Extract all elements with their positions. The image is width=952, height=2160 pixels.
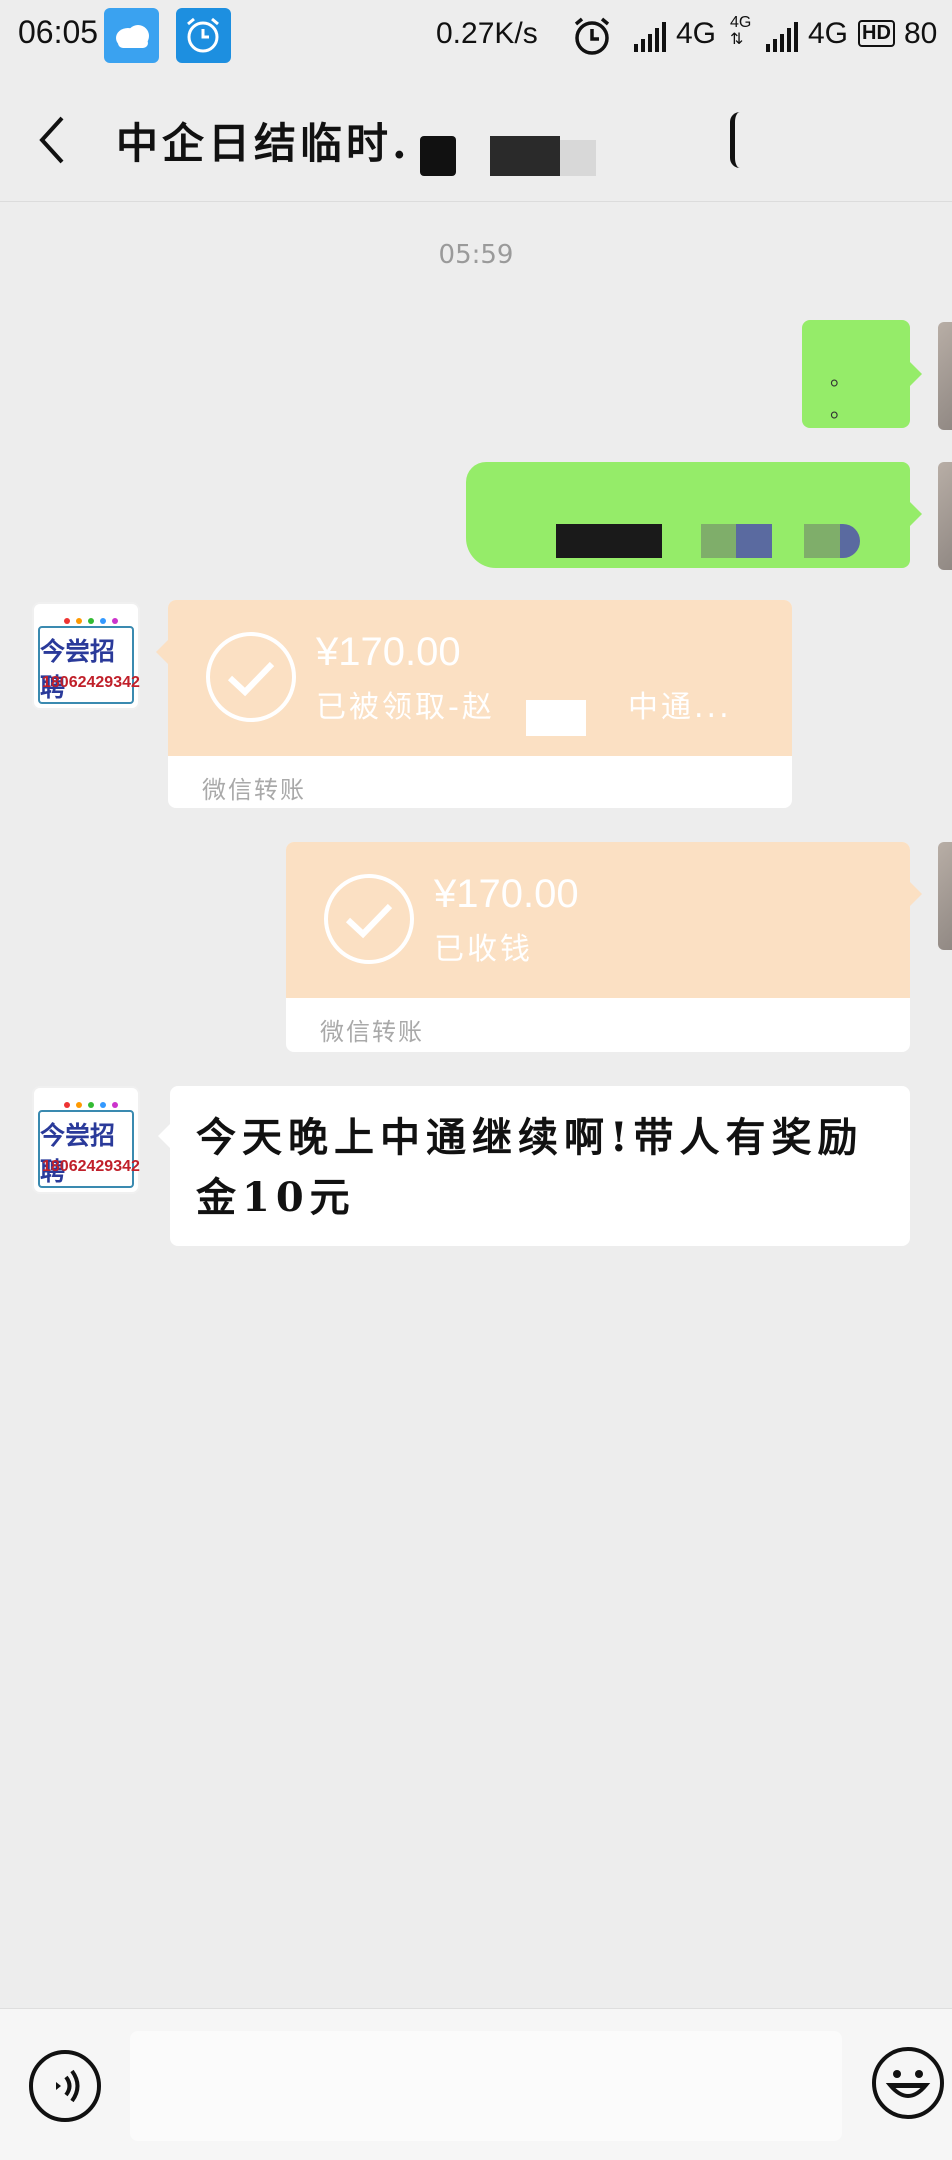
voice-button[interactable] xyxy=(28,2049,102,2123)
signal-icon xyxy=(632,22,672,56)
redaction-block xyxy=(736,524,772,558)
redaction-block xyxy=(526,700,586,736)
status-bar: 06:05 0.27K/s 4G 4G ⇅ 4G HD 80 xyxy=(0,0,952,72)
redaction-block xyxy=(804,524,840,558)
status-time: 06:05 xyxy=(18,14,99,50)
check-icon xyxy=(324,874,414,964)
transfer-status: 已收钱 xyxy=(434,932,533,967)
bubble-tail xyxy=(910,502,922,526)
redaction-block xyxy=(560,140,596,176)
bubble-tail xyxy=(156,640,168,664)
check-icon xyxy=(206,632,296,722)
avatar-phone: 18062429342 xyxy=(42,674,140,691)
message-text: 今天晚上中通继续啊!带人有奖励金10元 xyxy=(196,1114,864,1221)
message-timestamp: 05:59 xyxy=(438,240,514,270)
input-bar xyxy=(0,2008,952,2160)
message-text: 。 。 xyxy=(830,366,873,423)
self-message-bubble[interactable]: 。 。 xyxy=(802,320,910,428)
emoji-icon xyxy=(872,2047,944,2119)
transfer-card-received[interactable]: ¥170.00 已被领取-赵 中通... 微信转账 xyxy=(168,600,792,808)
network-type-small: 4G ⇅ xyxy=(730,14,752,48)
bubble-tail xyxy=(910,882,922,906)
alarm-app-icon xyxy=(176,8,231,63)
redaction-block xyxy=(840,524,860,558)
self-avatar[interactable] xyxy=(938,322,952,430)
transfer-status: 已被领取-赵 xyxy=(316,690,495,725)
transfer-amount: ¥170.00 xyxy=(316,630,461,674)
redaction-block xyxy=(490,136,560,176)
transfer-amount: ¥170.00 xyxy=(434,872,579,916)
redaction-block xyxy=(556,524,662,558)
network-speed: 0.27K/s xyxy=(436,17,538,50)
avatar-phone: 18062429342 xyxy=(42,1158,140,1175)
alarm-icon xyxy=(570,14,614,62)
network-type-2: 4G xyxy=(808,17,849,50)
battery-level: 80 xyxy=(904,17,938,50)
weather-app-icon xyxy=(104,8,159,63)
self-avatar[interactable] xyxy=(938,842,952,950)
bubble-tail xyxy=(158,1124,170,1148)
bubble-tail xyxy=(910,362,922,386)
contact-avatar[interactable]: 今尝招聘 18062429342 xyxy=(32,602,140,710)
chevron-left-icon xyxy=(39,116,64,164)
chat-title: 中企日结临时. xyxy=(116,119,411,168)
avatar-title: 今尝招聘 xyxy=(40,637,116,702)
message-input[interactable] xyxy=(130,2031,842,2141)
self-message-bubble-redacted[interactable] xyxy=(466,462,910,568)
voice-icon xyxy=(29,2050,101,2122)
emoji-button[interactable] xyxy=(870,2045,946,2121)
redaction-block xyxy=(420,136,456,176)
transfer-status-suffix: 中通... xyxy=(628,690,732,725)
network-type: 4G xyxy=(676,17,717,50)
back-button[interactable] xyxy=(30,110,80,170)
hd-badge: HD xyxy=(858,20,895,47)
transfer-footer: 微信转账 xyxy=(320,1018,424,1046)
contact-avatar[interactable]: 今尝招聘 18062429342 xyxy=(32,1086,140,1194)
transfer-card-accepted[interactable]: ¥170.00 已收钱 微信转账 xyxy=(286,842,910,1052)
signal-icon-2 xyxy=(764,22,804,56)
transfer-footer: 微信转账 xyxy=(202,776,306,804)
redaction-block xyxy=(701,524,737,558)
avatar-title: 今尝招聘 xyxy=(40,1121,116,1186)
chat-header: 中企日结临时. xyxy=(0,72,952,202)
self-avatar[interactable] xyxy=(938,462,952,570)
other-message-bubble[interactable]: 今天晚上中通继续啊!带人有奖励金10元 xyxy=(170,1086,910,1246)
redaction-mark xyxy=(730,112,750,168)
